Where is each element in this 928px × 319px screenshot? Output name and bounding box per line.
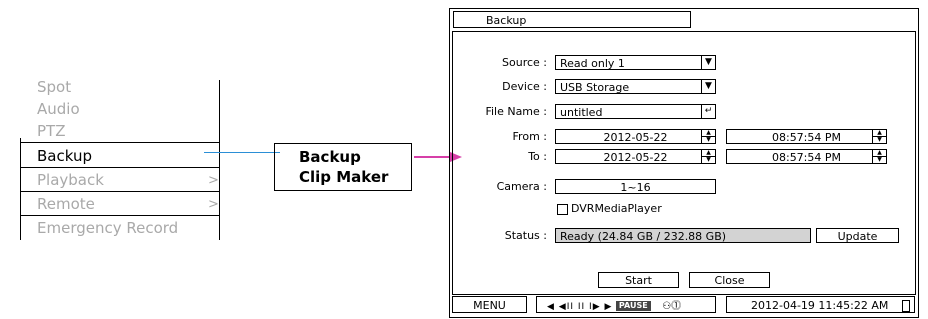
to-time-spinner[interactable]: 08:57:54 PM ▲ ▼ (726, 149, 887, 164)
battery-icon (902, 300, 910, 312)
dropdown-arrow-icon: ▼ (701, 56, 715, 69)
update-button[interactable]: Update (816, 228, 899, 243)
datetime-value: 2012-04-19 11:45:22 AM (751, 299, 889, 312)
menu-item-spot[interactable]: Spot (37, 78, 71, 96)
from-label: From : (512, 130, 547, 143)
from-time-spinner[interactable]: 08:57:54 PM ▲ ▼ (726, 129, 887, 144)
chevron-right-icon: > (208, 173, 219, 188)
spinner-icon: ▲ ▼ (701, 130, 715, 143)
to-time-value: 08:57:54 PM (771, 151, 842, 164)
device-label: Device : (502, 80, 547, 93)
menu-item-ptz[interactable]: PTZ (37, 122, 65, 140)
menu-separator (20, 215, 220, 216)
close-button[interactable]: Close (689, 272, 770, 288)
submenu-item-clip-maker[interactable]: Clip Maker (299, 168, 388, 186)
datetime-display: 2012-04-19 11:45:22 AM (726, 296, 915, 313)
spinner-icon: ▲ ▼ (701, 150, 715, 163)
alarm-icon: ⓵ (671, 301, 682, 312)
dvr-media-player-label: DVRMediaPlayer (571, 202, 662, 215)
menu-item-playback[interactable]: Playback (37, 171, 104, 189)
dvr-media-player-checkbox[interactable] (557, 204, 568, 215)
submenu-item-backup[interactable]: Backup (299, 148, 361, 166)
submenu-connector-line (204, 152, 280, 153)
tab-backup[interactable]: Backup (453, 11, 691, 28)
camera-value: 1~16 (620, 181, 651, 194)
source-select[interactable]: Read only 1 ▼ (555, 55, 716, 70)
menu-separator (20, 191, 220, 192)
source-value: Read only 1 (560, 57, 625, 70)
menu-left-border (20, 138, 21, 240)
dropdown-arrow-icon: ▼ (701, 80, 715, 93)
menu-separator (20, 167, 220, 168)
menu-item-remote[interactable]: Remote (37, 195, 95, 213)
menu-item-emergency-record[interactable]: Emergency Record (37, 219, 178, 237)
enter-icon: ↵ (701, 105, 715, 118)
from-time-value: 08:57:54 PM (771, 131, 842, 144)
backup-panel: Source : Read only 1 ▼ Device : USB Stor… (452, 31, 916, 295)
chevron-right-icon: > (208, 197, 219, 212)
menu-divider (219, 80, 220, 240)
main-menu: Spot Audio PTZ Backup Playback > Remote … (15, 74, 220, 242)
playback-control-icons[interactable]: ◀ ◀II II I▶ ▶ (547, 302, 612, 312)
to-date-spinner[interactable]: 2012-05-22 ▲ ▼ (555, 149, 716, 164)
file-name-label: File Name : (485, 105, 547, 118)
backup-submenu: Backup Clip Maker (274, 143, 412, 191)
spinner-icon: ▲ ▼ (872, 130, 886, 143)
playback-controls: ◀ ◀II II I▶ ▶ PAUSE ⚇⓵ (536, 296, 716, 313)
camera-field[interactable]: 1~16 (555, 179, 716, 194)
file-name-value: untitled (560, 106, 603, 119)
status-field: Ready (24.84 GB / 232.88 GB) (555, 228, 811, 243)
device-value: USB Storage (560, 81, 630, 94)
camera-label: Camera : (496, 180, 547, 193)
pause-indicator: PAUSE (615, 301, 651, 311)
menu-separator (20, 142, 220, 143)
menu-button[interactable]: MENU (452, 296, 527, 313)
to-date-value: 2012-05-22 (603, 151, 668, 164)
from-date-value: 2012-05-22 (603, 131, 668, 144)
to-label: To : (528, 150, 547, 163)
status-value: Ready (24.84 GB / 232.88 GB) (560, 230, 727, 243)
spinner-icon: ▲ ▼ (872, 150, 886, 163)
backup-dialog: Backup Source : Read only 1 ▼ Device : U… (449, 8, 919, 318)
start-button[interactable]: Start (598, 272, 679, 288)
menu-item-backup[interactable]: Backup (37, 147, 92, 165)
from-date-spinner[interactable]: 2012-05-22 ▲ ▼ (555, 129, 716, 144)
file-name-input[interactable]: untitled ↵ (555, 104, 716, 119)
network-icon: ⚇ (662, 301, 672, 312)
status-bar: MENU ◀ ◀II II I▶ ▶ PAUSE ⚇⓵ 2012-04-19 1… (452, 296, 916, 314)
menu-item-audio[interactable]: Audio (37, 100, 80, 118)
device-select[interactable]: USB Storage ▼ (555, 79, 716, 94)
status-label: Status : (504, 229, 547, 242)
source-label: Source : (502, 56, 547, 69)
